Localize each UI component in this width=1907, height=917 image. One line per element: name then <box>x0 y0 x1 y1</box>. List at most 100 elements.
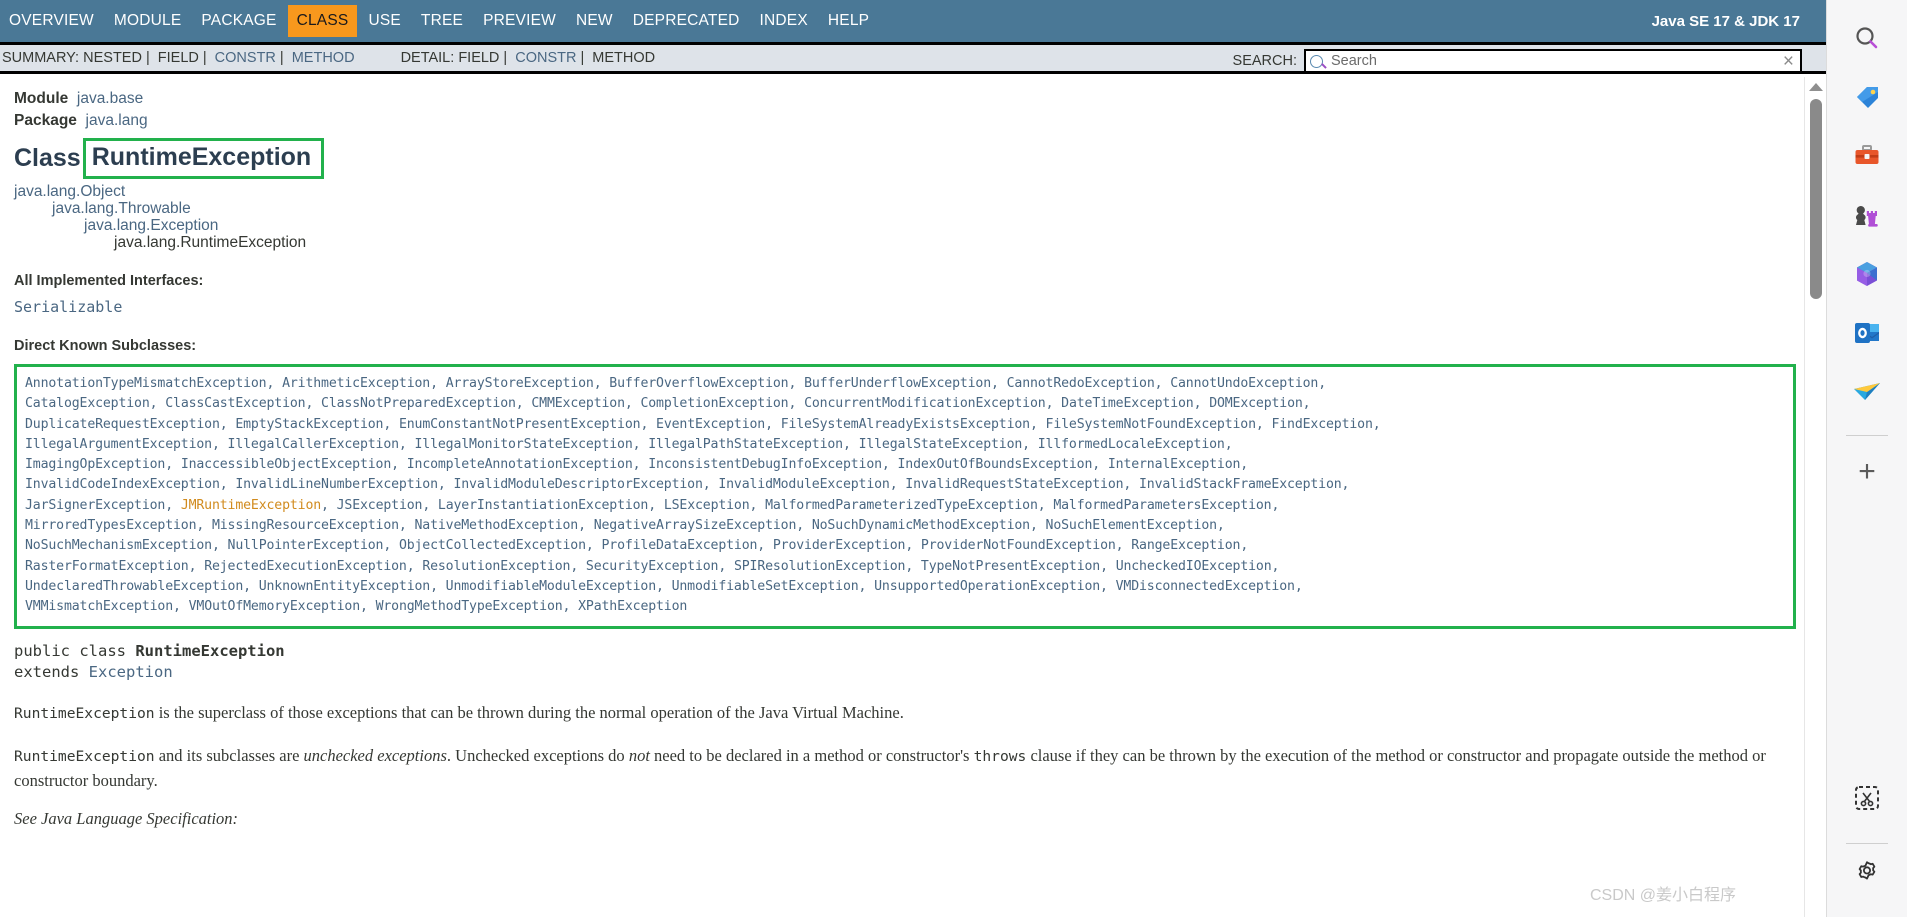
subclass-link-InvalidModuleDescriptorException[interactable]: InvalidModuleDescriptorException <box>453 477 702 492</box>
subclass-link-InvalidCodeIndexException[interactable]: InvalidCodeIndexException <box>25 477 220 492</box>
chess-icon[interactable] <box>1845 193 1889 237</box>
subclass-link-ProviderNotFoundException[interactable]: ProviderNotFoundException <box>921 538 1116 553</box>
subclass-link-VMDisconnectedException[interactable]: VMDisconnectedException <box>1116 579 1295 594</box>
subclass-link-IllegalStateException[interactable]: IllegalStateException <box>859 437 1023 452</box>
nav-item-tree[interactable]: TREE <box>412 5 472 37</box>
subclass-link-BufferOverflowException[interactable]: BufferOverflowException <box>609 376 788 391</box>
search-icon[interactable] <box>1845 16 1889 60</box>
subclass-link-NoSuchElementException[interactable]: NoSuchElementException <box>1046 518 1218 533</box>
interface-link-serializable[interactable]: Serializable <box>14 298 122 316</box>
subclass-link-InvalidRequestStateException[interactable]: InvalidRequestStateException <box>905 477 1123 492</box>
subclass-link-InconsistentDebugInfoException[interactable]: InconsistentDebugInfoException <box>648 457 882 472</box>
subclass-link-AnnotationTypeMismatchException[interactable]: AnnotationTypeMismatchException <box>25 376 267 391</box>
nav-item-index[interactable]: INDEX <box>751 5 817 37</box>
nav-item-use[interactable]: USE <box>359 5 409 37</box>
subclass-link-CompletionException[interactable]: CompletionException <box>640 396 788 411</box>
subclass-link-RangeException[interactable]: RangeException <box>1131 538 1240 553</box>
subclass-link-RasterFormatException[interactable]: RasterFormatException <box>25 559 189 574</box>
subclass-link-MissingResourceException[interactable]: MissingResourceException <box>212 518 399 533</box>
package-link[interactable]: java.lang <box>86 112 148 129</box>
subclass-link-FileSystemAlreadyExistsException[interactable]: FileSystemAlreadyExistsException <box>781 417 1030 432</box>
subclass-link-NegativeArraySizeException[interactable]: NegativeArraySizeException <box>594 518 797 533</box>
inheritance-item-exception[interactable]: java.lang.Exception <box>84 217 218 234</box>
subclass-link-IndexOutOfBoundsException[interactable]: IndexOutOfBoundsException <box>898 457 1093 472</box>
subclass-link-TypeNotPresentException[interactable]: TypeNotPresentException <box>921 559 1100 574</box>
subclass-link-NativeMethodException[interactable]: NativeMethodException <box>415 518 579 533</box>
subclass-link-IllformedLocaleException[interactable]: IllformedLocaleException <box>1038 437 1225 452</box>
subclass-link-SPIResolutionException[interactable]: SPIResolutionException <box>734 559 906 574</box>
subclass-link-UnknownEntityException[interactable]: UnknownEntityException <box>259 579 431 594</box>
subclass-link-JSException[interactable]: JSException <box>337 498 423 513</box>
microsoft365-icon[interactable] <box>1845 252 1889 296</box>
subclass-link-IncompleteAnnotationException[interactable]: IncompleteAnnotationException <box>407 457 633 472</box>
subclass-link-EmptyStackException[interactable]: EmptyStackException <box>235 417 383 432</box>
subclass-link-UnmodifiableModuleException[interactable]: UnmodifiableModuleException <box>446 579 656 594</box>
nav-item-help[interactable]: HELP <box>819 5 878 37</box>
subclass-link-EnumConstantNotPresentException[interactable]: EnumConstantNotPresentException <box>399 417 641 432</box>
subclass-link-XPathException[interactable]: XPathException <box>578 599 687 614</box>
subclass-link-SecurityException[interactable]: SecurityException <box>586 559 719 574</box>
subclass-link-ConcurrentModificationException[interactable]: ConcurrentModificationException <box>804 396 1046 411</box>
subclass-link-CMMException[interactable]: CMMException <box>531 396 625 411</box>
subclass-link-DateTimeException[interactable]: DateTimeException <box>1061 396 1194 411</box>
nav-item-preview[interactable]: PREVIEW <box>474 5 565 37</box>
subclass-link-VMMismatchException[interactable]: VMMismatchException <box>25 599 173 614</box>
nav-item-module[interactable]: MODULE <box>105 5 191 37</box>
subclass-link-RejectedExecutionException[interactable]: RejectedExecutionException <box>204 559 407 574</box>
subclass-link-DuplicateRequestException[interactable]: DuplicateRequestException <box>25 417 220 432</box>
subclass-link-NullPointerException[interactable]: NullPointerException <box>228 538 384 553</box>
subclass-link-ArrayStoreException[interactable]: ArrayStoreException <box>446 376 594 391</box>
subclass-link-FindException[interactable]: FindException <box>1271 417 1372 432</box>
subclass-link-VMOutOfMemoryException[interactable]: VMOutOfMemoryException <box>189 599 361 614</box>
subclass-link-FileSystemNotFoundException[interactable]: FileSystemNotFoundException <box>1046 417 1256 432</box>
subclass-link-IllegalPathStateException[interactable]: IllegalPathStateException <box>648 437 843 452</box>
inheritance-item-throwable[interactable]: java.lang.Throwable <box>52 200 191 217</box>
subclass-link-InternalException[interactable]: InternalException <box>1108 457 1241 472</box>
subclass-link-IllegalArgumentException[interactable]: IllegalArgumentException <box>25 437 212 452</box>
search-input[interactable] <box>1329 52 1781 70</box>
nav-item-overview[interactable]: OVERVIEW <box>0 5 103 37</box>
superclass-link[interactable]: Exception <box>89 663 173 681</box>
paper-plane-icon[interactable] <box>1845 370 1889 414</box>
subclass-link-JarSignerException[interactable]: JarSignerException <box>25 498 165 513</box>
detail-link-constr[interactable]: CONSTR <box>515 50 576 66</box>
search-field[interactable]: × <box>1304 49 1802 73</box>
subclass-link-BufferUnderflowException[interactable]: BufferUnderflowException <box>804 376 991 391</box>
subclass-link-IllegalCallerException[interactable]: IllegalCallerException <box>228 437 400 452</box>
subclass-link-LayerInstantiationException[interactable]: LayerInstantiationException <box>438 498 648 513</box>
subclass-link-ProfileDataException[interactable]: ProfileDataException <box>601 538 757 553</box>
subclass-link-MalformedParameterizedTypeException[interactable]: MalformedParameterizedTypeException <box>765 498 1038 513</box>
subclass-link-ObjectCollectedException[interactable]: ObjectCollectedException <box>399 538 586 553</box>
subclass-link-WrongMethodTypeException[interactable]: WrongMethodTypeException <box>376 599 563 614</box>
subclass-link-ResolutionException[interactable]: ResolutionException <box>422 559 570 574</box>
page-scrollbar[interactable] <box>1804 77 1826 917</box>
nav-item-new[interactable]: NEW <box>567 5 622 37</box>
summary-link-method[interactable]: METHOD <box>292 50 355 66</box>
module-link[interactable]: java.base <box>77 90 143 107</box>
subclass-link-UnsupportedOperationException[interactable]: UnsupportedOperationException <box>874 579 1100 594</box>
tag-icon[interactable] <box>1845 75 1889 119</box>
subclass-link-CatalogException[interactable]: CatalogException <box>25 396 150 411</box>
scroll-up-arrow-icon[interactable] <box>1808 83 1823 91</box>
briefcase-icon[interactable] <box>1845 134 1889 178</box>
subclass-link-UndeclaredThrowableException[interactable]: UndeclaredThrowableException <box>25 579 243 594</box>
subclass-link-ClassNotPreparedException[interactable]: ClassNotPreparedException <box>321 396 516 411</box>
subclass-link-JMRuntimeException[interactable]: JMRuntimeException <box>181 498 321 513</box>
nav-item-deprecated[interactable]: DEPRECATED <box>624 5 749 37</box>
subclass-link-InvalidLineNumberException[interactable]: InvalidLineNumberException <box>235 477 438 492</box>
subclass-link-CannotUndoException[interactable]: CannotUndoException <box>1170 376 1318 391</box>
summary-link-constr[interactable]: CONSTR <box>215 50 276 66</box>
add-app-button[interactable]: + <box>1845 450 1889 494</box>
clear-search-icon[interactable]: × <box>1781 52 1796 71</box>
subclass-link-LSException[interactable]: LSException <box>664 498 750 513</box>
nav-item-class[interactable]: CLASS <box>287 5 358 37</box>
subclass-link-NoSuchDynamicMethodException[interactable]: NoSuchDynamicMethodException <box>812 518 1030 533</box>
subclass-link-ProviderException[interactable]: ProviderException <box>773 538 906 553</box>
subclass-link-InaccessibleObjectException[interactable]: InaccessibleObjectException <box>181 457 391 472</box>
subclass-link-DOMException[interactable]: DOMException <box>1209 396 1303 411</box>
subclass-link-UncheckedIOException[interactable]: UncheckedIOException <box>1116 559 1272 574</box>
outlook-icon[interactable] <box>1845 311 1889 355</box>
subclass-link-NoSuchMechanismException[interactable]: NoSuchMechanismException <box>25 538 212 553</box>
scrollbar-thumb[interactable] <box>1809 99 1822 299</box>
subclass-link-MalformedParametersException[interactable]: MalformedParametersException <box>1053 498 1271 513</box>
